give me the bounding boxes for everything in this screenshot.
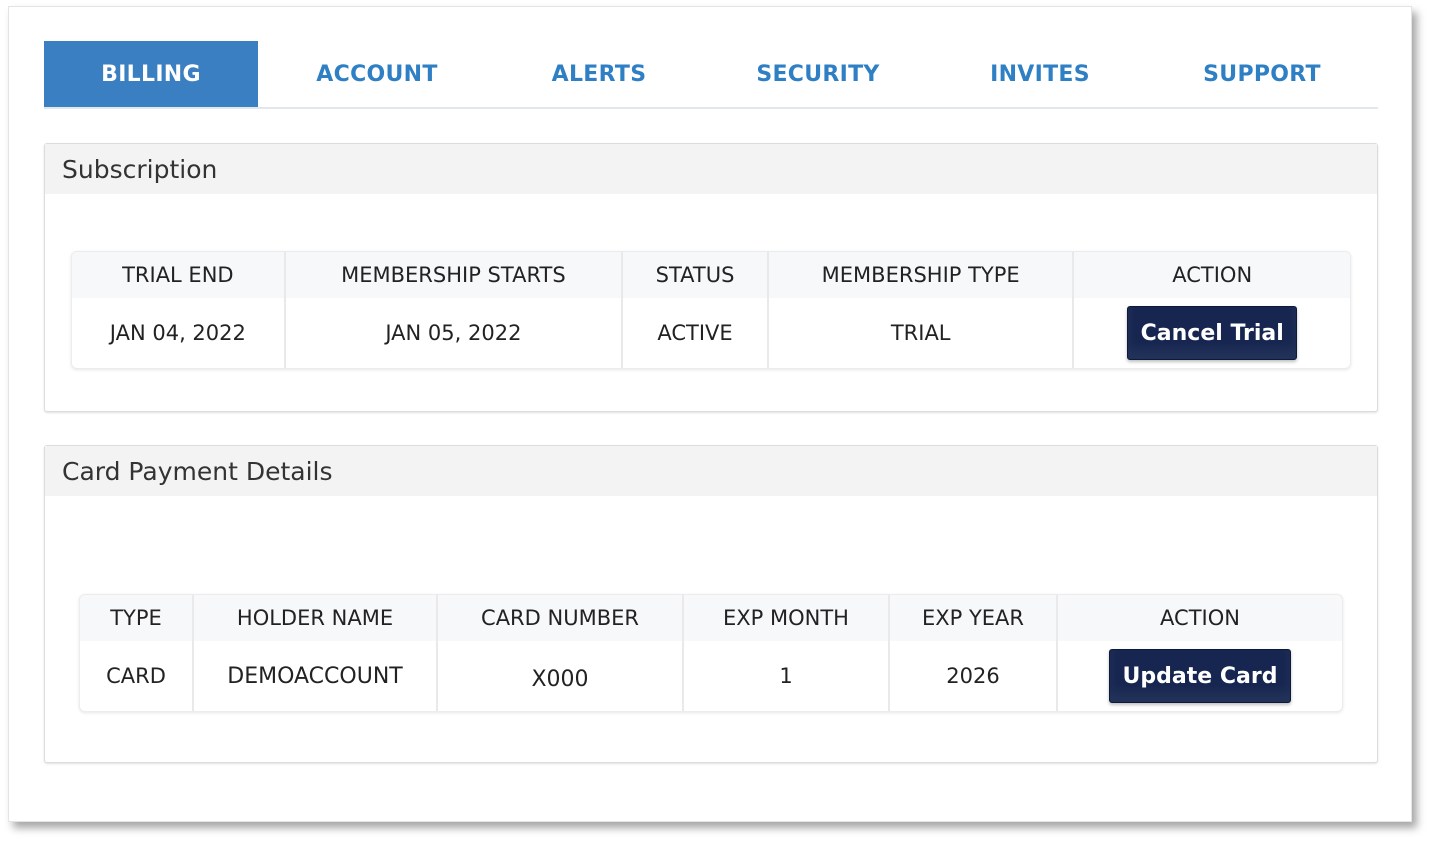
card-table: TYPE HOLDER NAME CARD NUMBER EXP MONTH E… [79, 594, 1343, 712]
action-cell: Cancel Trial [1074, 298, 1350, 368]
card-type-value: CARD [80, 641, 194, 711]
tab-support[interactable]: SUPPORT [1146, 41, 1378, 107]
exp-year-value: 2026 [890, 641, 1058, 711]
table-row: JAN 04, 2022 JAN 05, 2022 ACTIVE TRIAL C… [72, 298, 1350, 368]
action-cell: Update Card [1058, 641, 1342, 711]
subscription-table: TRIAL END MEMBERSHIP STARTS STATUS MEMBE… [71, 251, 1351, 369]
tab-security[interactable]: SECURITY [702, 41, 934, 107]
column-header: EXP MONTH [684, 595, 890, 641]
tab-invites[interactable]: INVITES [934, 41, 1146, 107]
membership-starts-value: JAN 05, 2022 [286, 298, 624, 368]
billing-page: BILLING ACCOUNT ALERTS SECURITY INVITES … [8, 6, 1412, 822]
cancel-trial-button[interactable]: Cancel Trial [1127, 306, 1298, 360]
exp-month-value: 1 [684, 641, 890, 711]
column-header: CARD NUMBER [438, 595, 684, 641]
table-header-row: TRIAL END MEMBERSHIP STARTS STATUS MEMBE… [72, 252, 1350, 298]
tab-alerts[interactable]: ALERTS [496, 41, 702, 107]
holder-name-value: DEMOACCOUNT [194, 641, 438, 711]
table-header-row: TYPE HOLDER NAME CARD NUMBER EXP MONTH E… [80, 595, 1342, 641]
table-row: CARD DEMOACCOUNT X000 1 2026 Update Card [80, 641, 1342, 711]
tab-account[interactable]: ACCOUNT [258, 41, 496, 107]
subscription-panel: Subscription TRIAL END MEMBERSHIP STARTS… [44, 143, 1378, 412]
column-header: HOLDER NAME [194, 595, 438, 641]
column-header: TRIAL END [72, 252, 286, 298]
column-header: STATUS [623, 252, 769, 298]
column-header: MEMBERSHIP STARTS [286, 252, 624, 298]
card-number-value: X000 [438, 641, 684, 711]
trial-end-value: JAN 04, 2022 [72, 298, 286, 368]
tab-billing[interactable]: BILLING [44, 41, 258, 107]
update-card-button[interactable]: Update Card [1109, 649, 1291, 703]
card-payment-panel: Card Payment Details TYPE HOLDER NAME CA… [44, 445, 1378, 763]
membership-type-value: TRIAL [769, 298, 1075, 368]
card-payment-title: Card Payment Details [45, 446, 1377, 496]
column-header: EXP YEAR [890, 595, 1058, 641]
column-header: ACTION [1172, 263, 1253, 287]
column-header: TYPE [80, 595, 194, 641]
column-header: ACTION [1160, 606, 1240, 630]
column-header: MEMBERSHIP TYPE [769, 252, 1075, 298]
tab-bar: BILLING ACCOUNT ALERTS SECURITY INVITES … [44, 41, 1378, 109]
subscription-title: Subscription [45, 144, 1377, 194]
status-value: ACTIVE [623, 298, 769, 368]
